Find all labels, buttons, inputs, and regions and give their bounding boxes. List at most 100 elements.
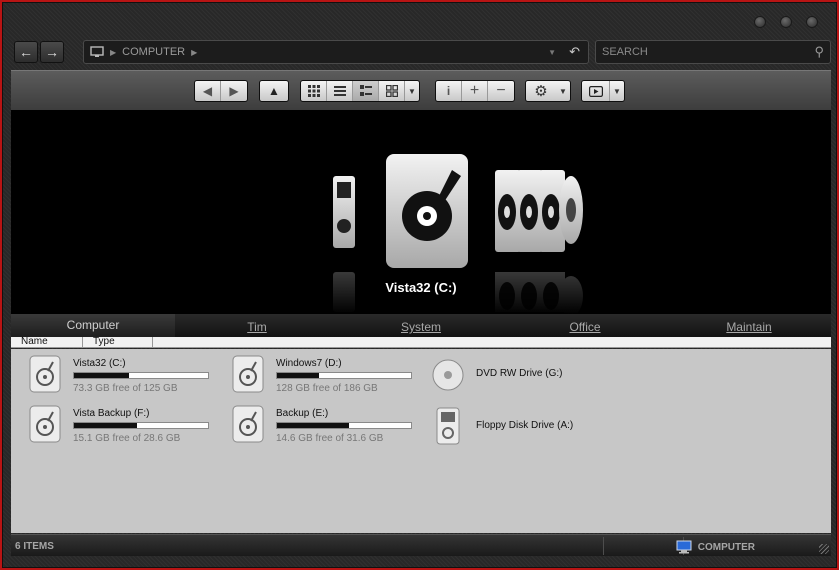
plus-icon: + [469, 82, 480, 99]
search-input[interactable]: SEARCH ⚲ [595, 40, 831, 64]
drive-usage-bar [73, 372, 209, 379]
chevron-right-icon[interactable]: ▶ [191, 48, 197, 57]
up-group: ▲ [259, 80, 289, 102]
hard-drive-icon [29, 405, 61, 443]
preview-dropdown-button[interactable]: ▼ [610, 81, 624, 101]
toolbar: ◀ ▶ ▲ ▼ i + − ⚙ ▼ ▼ [11, 70, 831, 110]
drive-item[interactable]: Backup (E:) 14.6 GB free of 31.6 GB [224, 403, 424, 445]
preview-button[interactable] [582, 81, 610, 101]
arrow-left-icon: ← [19, 44, 33, 60]
tab-tim[interactable]: Tim [175, 314, 339, 338]
triangle-left-icon: ◀ [202, 84, 213, 98]
drive-name: Vista32 (C:) [73, 358, 126, 369]
drive-name: DVD RW Drive (G:) [476, 368, 563, 379]
refresh-icon[interactable]: ↶ [569, 44, 580, 60]
drive-free-space: 15.1 GB free of 28.6 GB [73, 433, 181, 444]
file-pane[interactable]: Vista32 (C:) 73.3 GB free of 125 GB Wind… [11, 349, 831, 533]
view-details-button[interactable] [353, 81, 379, 101]
status-location: COMPUTER [676, 540, 755, 554]
chevron-right-icon: ▶ [110, 47, 117, 57]
explorer-window: ← → ▶ COMPUTER ▶ ▼ ↶ SEARCH ⚲ ◀ ▶ ▲ ▼ i … [2, 2, 837, 568]
chevron-down-icon: ▼ [559, 86, 567, 96]
column-header: Name Type [11, 337, 831, 348]
next-button[interactable]: ▶ [221, 81, 247, 101]
hard-drive-icon [232, 405, 264, 443]
gear-icon: ⚙ [534, 83, 548, 100]
item-count: 6 ITEMS [15, 541, 54, 552]
dropdown-arrow-icon[interactable]: ▼ [548, 48, 556, 57]
list-icon [333, 86, 346, 96]
edit-group: i + − [435, 80, 515, 102]
preview-group: ▼ [581, 80, 625, 102]
drive-free-space: 14.6 GB free of 31.6 GB [276, 433, 384, 444]
selected-drive-label: Vista32 (C:) [385, 280, 457, 295]
drive-usage-bar [276, 372, 412, 379]
address-bar[interactable]: ▶ COMPUTER ▶ ▼ ↶ [83, 40, 589, 64]
hard-drive-icon [232, 355, 264, 393]
triangle-up-icon: ▲ [268, 84, 280, 98]
settings-button[interactable]: ⚙ [526, 81, 556, 101]
status-location-label: COMPUTER [697, 541, 755, 553]
search-icon[interactable]: ⚲ [814, 44, 824, 60]
play-icon [588, 85, 603, 97]
tab-office[interactable]: Office [503, 314, 667, 338]
remove-button[interactable]: − [488, 81, 514, 101]
optical-drive-icon[interactable] [559, 176, 583, 244]
info-icon: i [446, 84, 451, 98]
chevron-down-icon: ▼ [408, 86, 416, 96]
maximize-button[interactable] [780, 16, 792, 28]
status-bar: 6 ITEMS COMPUTER [11, 534, 831, 556]
drive-item[interactable]: Floppy Disk Drive (A:) [424, 405, 624, 447]
view-list-button[interactable] [327, 81, 353, 101]
tab-system[interactable]: System [339, 314, 503, 338]
arrow-right-icon: → [45, 44, 59, 60]
settings-group: ⚙ ▼ [525, 80, 571, 102]
floppy-drive-icon[interactable] [333, 176, 355, 248]
close-button[interactable] [806, 16, 818, 28]
properties-button[interactable]: i [436, 81, 462, 101]
up-button[interactable]: ▲ [260, 81, 288, 101]
resize-grip[interactable] [819, 544, 829, 554]
computer-icon [676, 540, 692, 554]
chevron-down-icon: ▼ [613, 86, 621, 96]
drive-usage-bar [276, 422, 412, 429]
coverflow-view[interactable]: Vista32 (C:) [11, 110, 831, 314]
forward-button[interactable]: → [40, 41, 64, 63]
drive-usage-fill [277, 373, 319, 378]
hard-drive-icon[interactable] [386, 154, 468, 268]
divider [603, 537, 604, 555]
column-type[interactable]: Type [83, 337, 153, 347]
drive-usage-bar [73, 422, 209, 429]
drive-free-space: 73.3 GB free of 125 GB [73, 383, 178, 394]
page-nav-group: ◀ ▶ [194, 80, 248, 102]
drive-name: Floppy Disk Drive (A:) [476, 420, 574, 431]
drive-item[interactable]: DVD RW Drive (G:) [424, 353, 624, 395]
previous-button[interactable]: ◀ [195, 81, 221, 101]
drive-usage-fill [277, 423, 350, 428]
drive-item[interactable]: Vista Backup (F:) 15.1 GB free of 28.6 G… [21, 403, 221, 445]
optical-drive-icon [432, 359, 464, 391]
tab-computer[interactable]: Computer [11, 314, 175, 338]
tab-maintain[interactable]: Maintain [667, 314, 831, 338]
drive-item[interactable]: Windows7 (D:) 128 GB free of 186 GB [224, 353, 424, 395]
grid-icon [307, 85, 320, 97]
settings-dropdown-button[interactable]: ▼ [556, 81, 570, 101]
drive-item[interactable]: Vista32 (C:) 73.3 GB free of 125 GB [21, 353, 221, 395]
floppy-drive-icon [436, 407, 460, 445]
column-name[interactable]: Name [11, 337, 83, 347]
back-button[interactable]: ← [14, 41, 38, 63]
view-small-icons-button[interactable] [301, 81, 327, 101]
minimize-button[interactable] [754, 16, 766, 28]
drive-usage-fill [74, 373, 129, 378]
view-dropdown-button[interactable]: ▼ [405, 81, 419, 101]
drive-usage-fill [74, 423, 137, 428]
computer-icon [90, 46, 104, 57]
minus-icon: − [496, 82, 506, 99]
breadcrumb-computer[interactable]: COMPUTER [122, 46, 185, 58]
hard-drive-icon [29, 355, 61, 393]
tiles-icon [385, 85, 398, 97]
view-tiles-button[interactable] [379, 81, 405, 101]
hard-drive-stack-icon[interactable] [495, 170, 565, 252]
drive-name: Vista Backup (F:) [73, 408, 150, 419]
add-button[interactable]: + [462, 81, 488, 101]
